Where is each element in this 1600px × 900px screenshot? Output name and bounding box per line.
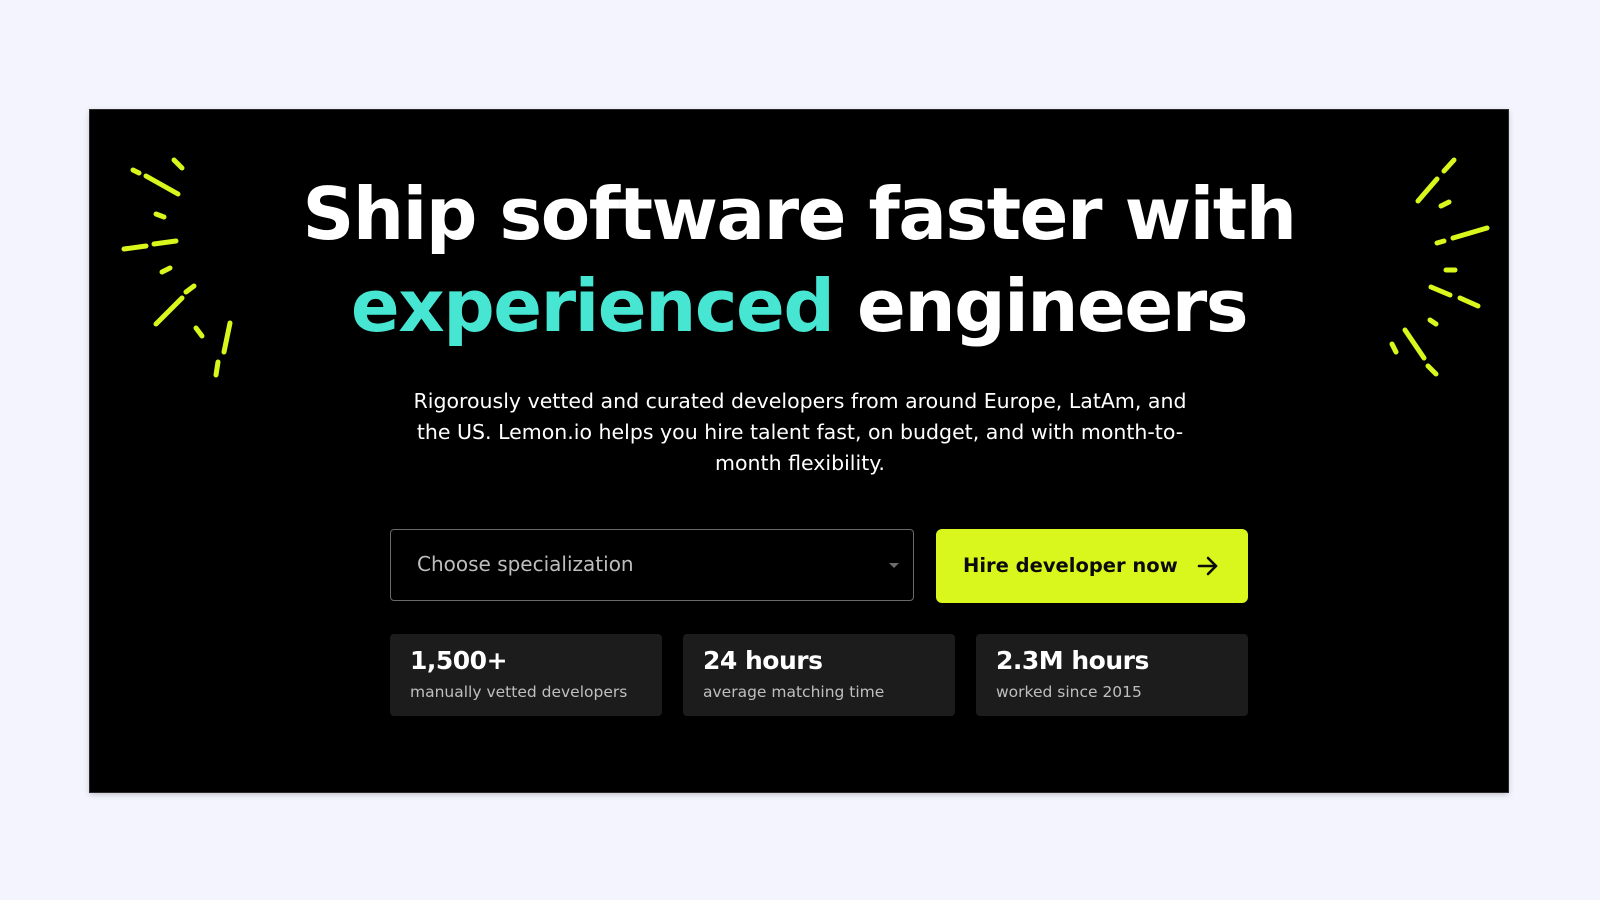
specialization-select[interactable]: Choose specialization: [390, 529, 914, 601]
stat-caption: average matching time: [703, 683, 885, 701]
hire-form: Choose specialization Hire developer now: [390, 529, 1248, 603]
headline-line-1: Ship software faster with: [302, 172, 1297, 256]
stat-value: 24 hours: [703, 646, 823, 675]
stat-card-matching-time: 24 hours average matching time: [683, 634, 955, 716]
arrow-right-icon: [1197, 556, 1218, 576]
hero-panel: Ship software faster with experienced en…: [90, 110, 1508, 792]
stat-caption: manually vetted developers: [410, 683, 628, 701]
stat-value: 1,500+: [410, 646, 508, 675]
hero-headline: Ship software faster with experienced en…: [90, 168, 1508, 352]
stat-value: 2.3M hours: [996, 646, 1149, 675]
hire-developer-button[interactable]: Hire developer now: [936, 529, 1248, 603]
stat-caption: worked since 2015: [996, 683, 1142, 701]
chevron-down-icon: [889, 563, 899, 568]
headline-rest: engineers: [856, 264, 1249, 348]
stats-row: 1,500+ manually vetted developers 24 hou…: [390, 634, 1248, 716]
hero-subtitle: Rigorously vetted and curated developers…: [413, 389, 1187, 475]
headline-accent-word: experienced: [350, 264, 835, 348]
stat-card-developers: 1,500+ manually vetted developers: [390, 634, 662, 716]
specialization-placeholder: Choose specialization: [417, 552, 634, 576]
stat-card-hours-worked: 2.3M hours worked since 2015: [976, 634, 1248, 716]
headline-line-2: experienced engineers: [90, 260, 1508, 352]
hire-developer-label: Hire developer now: [963, 554, 1178, 577]
